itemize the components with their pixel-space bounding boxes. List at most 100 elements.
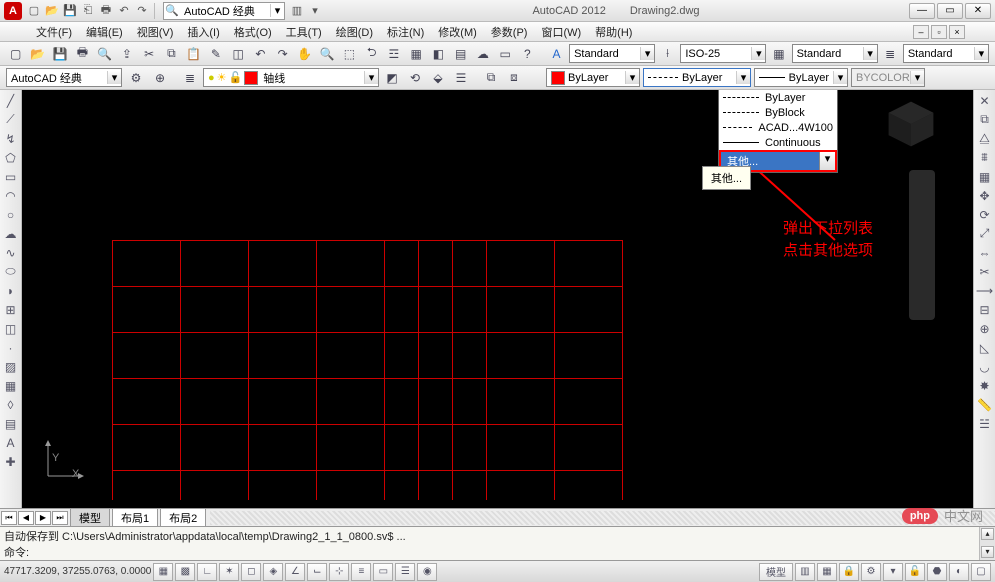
group-icon[interactable]: ⧉ — [481, 68, 501, 88]
insert-icon[interactable]: ⊞ — [2, 301, 20, 318]
menu-tools[interactable]: 工具(T) — [280, 22, 328, 42]
ellipsearc-icon[interactable]: ◗ — [2, 282, 20, 299]
linetype-combo[interactable]: ByLayer ▾ — [643, 68, 751, 87]
layer-match-icon[interactable]: ⬙ — [428, 68, 448, 88]
qv-drawings-icon[interactable]: ▦ — [817, 563, 837, 581]
chevron-down-icon[interactable]: ▾ — [833, 71, 847, 84]
chevron-down-icon[interactable]: ▾ — [751, 47, 765, 60]
line-icon[interactable]: ╱ — [2, 92, 20, 109]
dyn-toggle[interactable]: ⊹ — [329, 563, 349, 581]
chevron-down-icon[interactable]: ▾ — [625, 71, 639, 84]
linetype-option[interactable]: ByLayer — [719, 90, 837, 105]
tpy-toggle[interactable]: ▭ — [373, 563, 393, 581]
zoom-win-icon[interactable]: ⬚ — [340, 44, 359, 64]
explode-icon[interactable]: ✸ — [976, 377, 994, 394]
plot-icon[interactable]: 🖶 — [98, 3, 114, 19]
copy2-icon[interactable]: ⧉ — [976, 111, 994, 128]
join-icon[interactable]: ⊕ — [976, 320, 994, 337]
tab-first-icon[interactable]: ⏮ — [1, 511, 17, 525]
pline-icon[interactable]: ↯ — [2, 130, 20, 147]
layer-combo[interactable]: ● ☀ 🔓 轴线 ▾ — [203, 68, 379, 87]
minimize-button[interactable]: — — [909, 3, 935, 19]
saveas-icon[interactable]: ⎗ — [80, 3, 96, 19]
ssm-icon[interactable]: ▤ — [451, 44, 470, 64]
array-icon[interactable]: ▦ — [976, 168, 994, 185]
erase-icon[interactable]: ✕ — [976, 92, 994, 109]
textstyle-combo[interactable]: Standard▾ — [569, 44, 655, 63]
align-icon[interactable]: ☱ — [976, 415, 994, 432]
lwt-toggle[interactable]: ≡ — [351, 563, 371, 581]
xline-icon[interactable]: ⟋ — [2, 111, 20, 128]
rotate-icon[interactable]: ⟳ — [976, 206, 994, 223]
chevron-down-icon[interactable]: ▾ — [819, 152, 835, 170]
qp-toggle[interactable]: ☰ — [395, 563, 415, 581]
save-doc-icon[interactable]: 💾 — [51, 44, 70, 64]
tp-icon[interactable]: ◧ — [429, 44, 448, 64]
menu-view[interactable]: 视图(V) — [131, 22, 180, 42]
workspace-combo[interactable]: AutoCAD 经典▾ — [6, 68, 122, 87]
chevron-down-icon[interactable]: ▾ — [107, 71, 121, 84]
linetype-option[interactable]: Continuous — [719, 135, 837, 150]
grid-toggle[interactable]: ▩ — [175, 563, 195, 581]
scale-icon[interactable]: ⤢ — [976, 225, 994, 242]
publish-icon[interactable]: ⇪ — [117, 44, 136, 64]
tab-model[interactable]: 模型 — [70, 508, 110, 527]
qat-extra-icon[interactable]: ▥ — [289, 3, 305, 19]
chevron-down-icon[interactable]: ▾ — [364, 71, 378, 84]
lineweight-combo[interactable]: ByLayer ▾ — [754, 68, 848, 87]
doc-restore-button[interactable]: ▫ — [931, 25, 947, 39]
extend-icon[interactable]: ⟶ — [976, 282, 994, 299]
ortho-toggle[interactable]: ∟ — [197, 563, 217, 581]
drawing-canvas[interactable]: Y X ByLayer ByBlock ACAD...4W100 Continu… — [22, 90, 973, 508]
tab-layout2[interactable]: 布局2 — [160, 508, 206, 527]
chevron-down-icon[interactable]: ▾ — [863, 47, 877, 60]
tab-next-icon[interactable]: ▶ — [35, 511, 51, 525]
qv-layouts-icon[interactable]: ▥ — [795, 563, 815, 581]
new-icon[interactable]: ▢ — [26, 3, 42, 19]
block-make-icon[interactable]: ◫ — [2, 320, 20, 337]
snap-toggle[interactable]: ▦ — [153, 563, 173, 581]
mlstyle-icon[interactable]: ≣ — [881, 44, 900, 64]
doc-minimize-button[interactable]: – — [913, 25, 929, 39]
chevron-down-icon[interactable]: ▾ — [640, 47, 654, 60]
polygon-icon[interactable]: ⬠ — [2, 149, 20, 166]
qcalc-icon[interactable]: ▭ — [496, 44, 515, 64]
fillet-icon[interactable]: ◡ — [976, 358, 994, 375]
toolbar-lock-icon[interactable]: 🔓 — [905, 563, 925, 581]
polar-toggle[interactable]: ✶ — [219, 563, 239, 581]
tab-last-icon[interactable]: ⏭ — [52, 511, 68, 525]
modelspace-toggle[interactable]: 模型 — [759, 563, 793, 581]
chevron-down-icon[interactable]: ▾ — [270, 4, 284, 17]
ws-settings-icon[interactable]: ⚙ — [126, 68, 146, 88]
region-icon[interactable]: ◊ — [2, 396, 20, 413]
menu-file[interactable]: 文件(F) — [30, 22, 78, 42]
rectangle-icon[interactable]: ▭ — [2, 168, 20, 185]
menu-insert[interactable]: 插入(I) — [181, 22, 225, 42]
navigation-bar[interactable] — [909, 170, 935, 320]
copy-icon[interactable]: ⧉ — [162, 44, 181, 64]
hardware-accel-icon[interactable]: ⬣ — [927, 563, 947, 581]
command-scrollbar[interactable]: ▴ ▾ — [979, 527, 995, 560]
chevron-down-icon[interactable]: ▾ — [974, 47, 988, 60]
print-icon[interactable]: 🖶 — [73, 44, 92, 64]
spline-icon[interactable]: ∿ — [2, 244, 20, 261]
isolate-icon[interactable]: ◐ — [949, 563, 969, 581]
ws-switch-icon[interactable]: ▾ — [883, 563, 903, 581]
chamfer-icon[interactable]: ◺ — [976, 339, 994, 356]
paste-icon[interactable]: 📋 — [184, 44, 203, 64]
open-icon[interactable]: 📂 — [44, 3, 60, 19]
undo2-icon[interactable]: ↶ — [251, 44, 270, 64]
open-doc-icon[interactable]: 📂 — [28, 44, 47, 64]
command-line[interactable]: 自动保存到 C:\Users\Administrator\appdata\loc… — [0, 526, 995, 560]
stretch-icon[interactable]: ⇔ — [976, 244, 994, 261]
chevron-down-icon[interactable]: ▾ — [910, 71, 924, 84]
save-icon[interactable]: 💾 — [62, 3, 78, 19]
measure-icon[interactable]: 📏 — [976, 396, 994, 413]
ungroup-icon[interactable]: ⧈ — [504, 68, 524, 88]
layer-state-icon[interactable]: ☰ — [451, 68, 471, 88]
ws-save-icon[interactable]: ⊕ — [150, 68, 170, 88]
tab-prev-icon[interactable]: ◀ — [18, 511, 34, 525]
tab-layout1[interactable]: 布局1 — [112, 508, 158, 527]
layer-props-icon[interactable]: ≣ — [180, 68, 200, 88]
menu-edit[interactable]: 编辑(E) — [80, 22, 129, 42]
